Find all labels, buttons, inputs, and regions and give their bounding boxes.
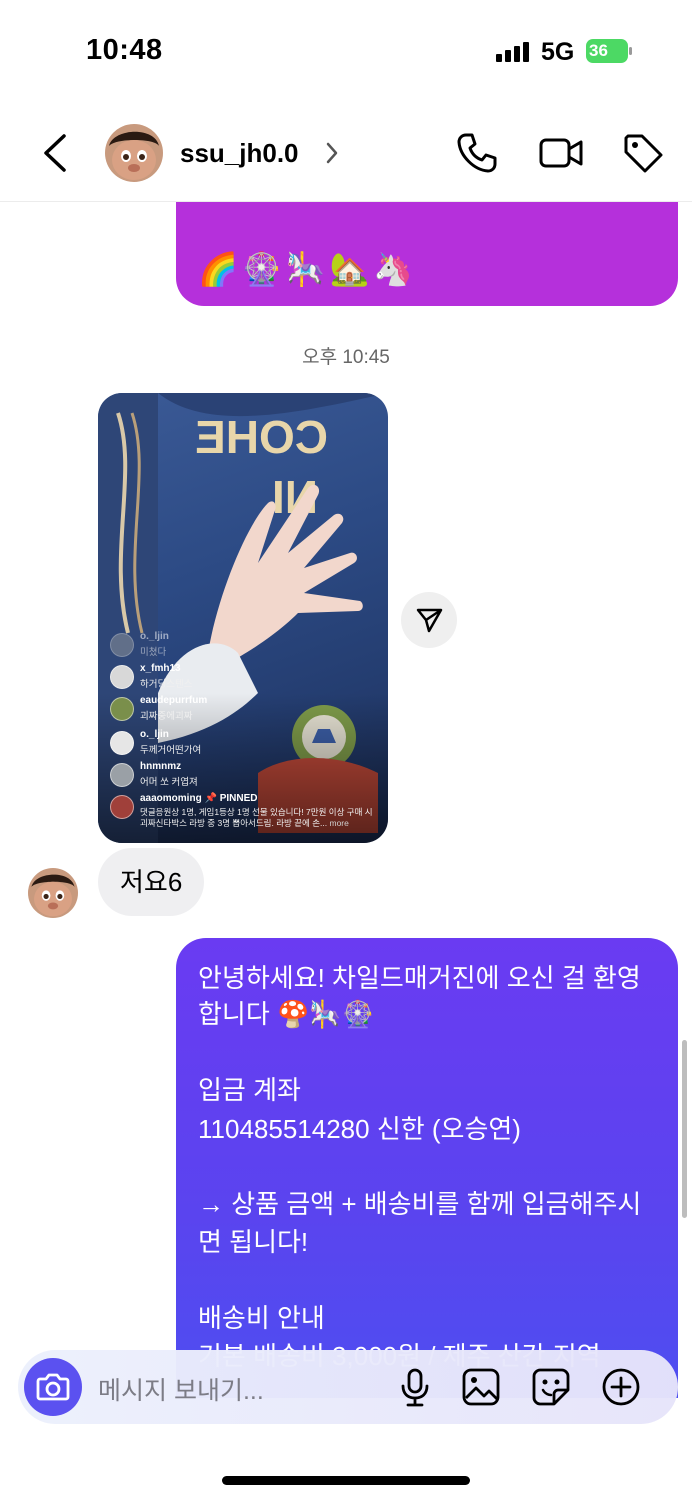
status-time: 10:48 xyxy=(86,34,163,66)
message-line: 입금 계좌 xyxy=(198,1075,301,1105)
comment-item: o._ljin 미쳤다 xyxy=(110,631,380,661)
chevron-right-icon[interactable] xyxy=(324,140,340,166)
message-bubble-sent[interactable]: 안녕하세요! 차일드매거진에 오신 걸 환영 합니다 🍄🎠🎡 입금 계좌 110… xyxy=(176,938,678,1398)
message-line: 110485514280 신한 (오승연) xyxy=(198,1114,521,1144)
signal-icon xyxy=(496,42,529,62)
camera-button[interactable] xyxy=(24,1358,82,1416)
message-bubble-received[interactable]: 저요6 xyxy=(98,848,205,916)
avatar[interactable] xyxy=(105,124,163,182)
svg-text:COHE: COHE xyxy=(195,411,328,463)
avatar[interactable] xyxy=(28,868,78,918)
sticker-icon[interactable] xyxy=(530,1366,572,1408)
phone-icon[interactable] xyxy=(454,130,500,176)
username[interactable]: ssu_jh0.0 xyxy=(180,138,299,169)
message-input[interactable]: 메시지 보내기... xyxy=(98,1371,264,1407)
battery-level: 36 xyxy=(589,41,608,60)
pin-icon: 📌 xyxy=(204,793,217,804)
tag-icon[interactable] xyxy=(620,130,666,176)
message-line: 배송비 안내 xyxy=(198,1303,325,1333)
message-line: 면 됩니다! xyxy=(198,1227,309,1257)
message-bubble-sent[interactable]: 🌈🎡🎠🏡🦄 xyxy=(176,202,678,306)
network-type: 5G xyxy=(541,38,575,66)
add-icon[interactable] xyxy=(600,1366,642,1408)
comment-item: o._ljin 두께거어떤가여 xyxy=(110,729,380,759)
send-icon xyxy=(416,608,443,633)
message-line: 합니다 🍄🎠🎡 xyxy=(198,999,375,1029)
message-emoji: 🌈🎡🎠🏡🦄 xyxy=(198,251,418,287)
scrollbar[interactable] xyxy=(682,1040,687,1218)
message-line: 안녕하세요! 차일드매거진에 오신 걸 환영 xyxy=(198,963,641,993)
gallery-icon[interactable] xyxy=(460,1366,502,1408)
message-line: → 상품 금액 + 배송비를 함께 입금해주시 xyxy=(198,1189,642,1219)
message-timestamp: 오후 10:45 xyxy=(302,347,390,368)
video-call-icon[interactable] xyxy=(538,130,584,176)
back-icon[interactable] xyxy=(36,130,76,176)
share-button[interactable] xyxy=(401,592,457,648)
pinned-comment: aaaomoming 📌 PINNED 댓글응원상 1명, 게임1등상 1명 선… xyxy=(110,793,380,833)
chat-header: ssu_jh0.0 xyxy=(0,100,692,202)
comment-item: eaudepurrfum 괴짜중에괴짜 xyxy=(110,695,380,725)
camera-icon xyxy=(36,1373,70,1401)
comment-item: x_fmh13 하거딩스텐스 xyxy=(110,663,380,693)
message-composer: 메시지 보내기... xyxy=(18,1350,678,1424)
status-bar: 10:48 5G 36 xyxy=(0,0,692,100)
comment-item: hnmnmz 어머 쏘 커엽져 xyxy=(110,761,380,791)
microphone-icon[interactable] xyxy=(394,1366,436,1408)
shared-reel[interactable]: COHE NI o._ljin 미쳤다 x_fmh13 하거딩스텐스 eaude… xyxy=(98,393,388,843)
home-indicator[interactable] xyxy=(222,1476,470,1485)
battery-icon: 36 xyxy=(585,38,633,64)
